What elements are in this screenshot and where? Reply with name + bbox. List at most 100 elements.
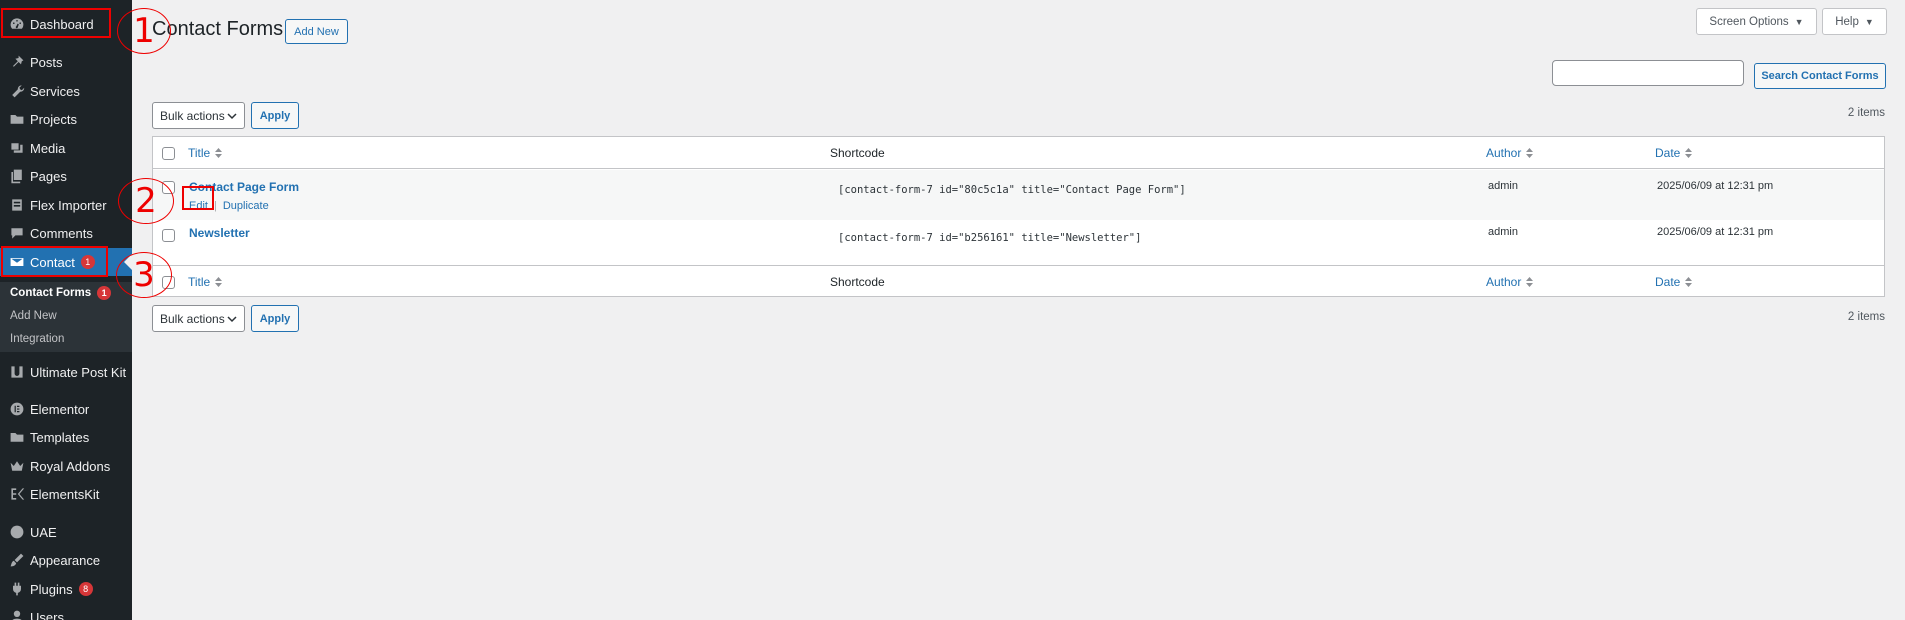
date-cell: 2025/06/09 at 12:31 pm [1657,226,1774,238]
sidebar-item-label: Templates [30,429,90,445]
column-date[interactable]: Date [1655,266,1693,298]
duplicate-link[interactable]: Duplicate [223,200,269,212]
sidebar-item-label: Comments [30,225,93,241]
sidebar-item-label: Media [30,140,66,156]
shortcode-text[interactable]: [contact-form-7 id="80c5c1a" title="Cont… [838,184,1186,196]
sort-icon [1526,148,1534,158]
sidebar-item-label: Projects [30,111,77,127]
contact-forms-table: Title Shortcode Author Date Contact Page… [152,136,1885,297]
table-row: Newsletter [contact-form-7 id="b256161" … [153,220,1884,270]
column-date[interactable]: Date [1655,137,1693,169]
chevron-down-icon [227,316,237,323]
screen-options-button[interactable]: Screen Options ▼ [1696,8,1817,35]
chevron-down-icon [227,113,237,120]
caret-down-icon: ▼ [1864,16,1874,27]
notification-badge: 8 [78,582,93,596]
sidebar-item-label: Royal Addons [30,458,111,474]
sidebar-item-label: Pages [30,168,67,184]
comment-icon [7,223,27,243]
sidebar-item-templates[interactable]: Templates [0,423,132,451]
brush-icon [7,550,27,570]
sort-icon [1685,148,1693,158]
sidebar-item-plugins[interactable]: Plugins 8 [0,575,132,603]
column-title[interactable]: Title [188,137,223,169]
user-icon [7,607,27,620]
search-contact-forms-button[interactable]: Search Contact Forms [1754,63,1886,89]
sidebar-item-appearance[interactable]: Appearance [0,546,132,574]
author-cell: admin [1488,226,1518,238]
contact-submenu: Contact Forms 1 Add New Integration [0,282,132,352]
sidebar-item-contact[interactable]: Contact 1 [0,248,132,276]
help-button[interactable]: Help ▼ [1822,8,1887,35]
importer-icon [7,195,27,215]
edit-link[interactable]: Edit [189,200,208,212]
admin-sidebar: Dashboard Posts Services Projects Media … [0,0,133,620]
submenu-item-integration[interactable]: Integration [10,333,64,345]
crown-icon [7,456,27,476]
column-author[interactable]: Author [1486,266,1534,298]
sort-icon [1526,277,1534,287]
sort-icon [215,277,223,287]
bulk-actions-select[interactable]: Bulk actions [152,305,245,332]
sidebar-item-ultimate-post-kit[interactable]: Ultimate Post Kit [0,358,132,386]
shortcode-text[interactable]: [contact-form-7 id="b256161" title="News… [838,232,1141,244]
sort-icon [215,148,223,158]
table-row: Contact Page Form Edit | Duplicate [cont… [153,170,1884,220]
items-count: 2 items [1847,107,1885,119]
sidebar-item-elementskit[interactable]: ElementsKit [0,480,132,508]
uae-icon [7,522,27,542]
row-checkbox[interactable] [162,229,175,242]
dashboard-icon [7,14,27,34]
row-checkbox[interactable] [162,181,175,194]
date-cell: 2025/06/09 at 12:31 pm [1657,180,1774,192]
sidebar-item-label: UAE [30,524,57,540]
sidebar-item-label: Posts [30,54,63,70]
sidebar-item-uae[interactable]: UAE [0,518,132,546]
sidebar-item-services[interactable]: Services [0,77,132,105]
form-title-link[interactable]: Newsletter [189,226,250,240]
search-input[interactable] [1552,60,1744,86]
sidebar-item-users[interactable]: Users [0,603,132,620]
wrench-icon [7,81,27,101]
row-actions: Edit | Duplicate [189,200,269,212]
sidebar-item-media[interactable]: Media [0,134,132,162]
select-all-checkbox[interactable] [162,276,175,289]
apply-button[interactable]: Apply [251,305,299,332]
form-title-link[interactable]: Contact Page Form [189,180,299,194]
sidebar-item-comments[interactable]: Comments [0,219,132,247]
caret-down-icon: ▼ [1794,16,1804,27]
media-icon [7,138,27,158]
ek-icon [7,484,27,504]
sidebar-item-label: Ultimate Post Kit [30,364,127,380]
sidebar-item-pages[interactable]: Pages [0,162,132,190]
mail-icon [7,252,27,272]
sidebar-item-dashboard[interactable]: Dashboard [0,10,132,38]
pages-icon [7,166,27,186]
sidebar-item-label: Elementor [30,401,90,417]
sidebar-item-label: Contact [30,254,75,270]
submenu-item-add-new[interactable]: Add New [10,310,57,322]
select-all-checkbox[interactable] [162,147,175,160]
sidebar-item-label: Services [30,83,80,99]
bulk-actions-select[interactable]: Bulk actions [152,102,245,129]
items-count: 2 items [1847,311,1885,323]
folder-icon [7,109,27,129]
apply-button[interactable]: Apply [251,102,299,129]
column-title[interactable]: Title [188,266,223,298]
column-author[interactable]: Author [1486,137,1534,169]
submenu-item-contact-forms[interactable]: Contact Forms 1 [10,286,112,300]
sidebar-item-posts[interactable]: Posts [0,48,132,76]
folder-icon [7,427,27,447]
table-header: Title Shortcode Author Date [153,137,1884,169]
add-new-button[interactable]: Add New [285,19,348,44]
sidebar-item-label: Users [30,609,64,620]
column-shortcode: Shortcode [830,146,885,160]
sidebar-item-projects[interactable]: Projects [0,105,132,133]
sort-icon [1685,277,1693,287]
main-content: Contact Forms Add New Screen Options ▼ H… [132,0,1905,620]
sidebar-item-royal-addons[interactable]: Royal Addons [0,452,132,480]
sidebar-item-elementor[interactable]: Elementor [0,395,132,423]
sidebar-item-flex-importer[interactable]: Flex Importer [0,191,132,219]
pin-icon [7,52,27,72]
elementor-icon [7,399,27,419]
